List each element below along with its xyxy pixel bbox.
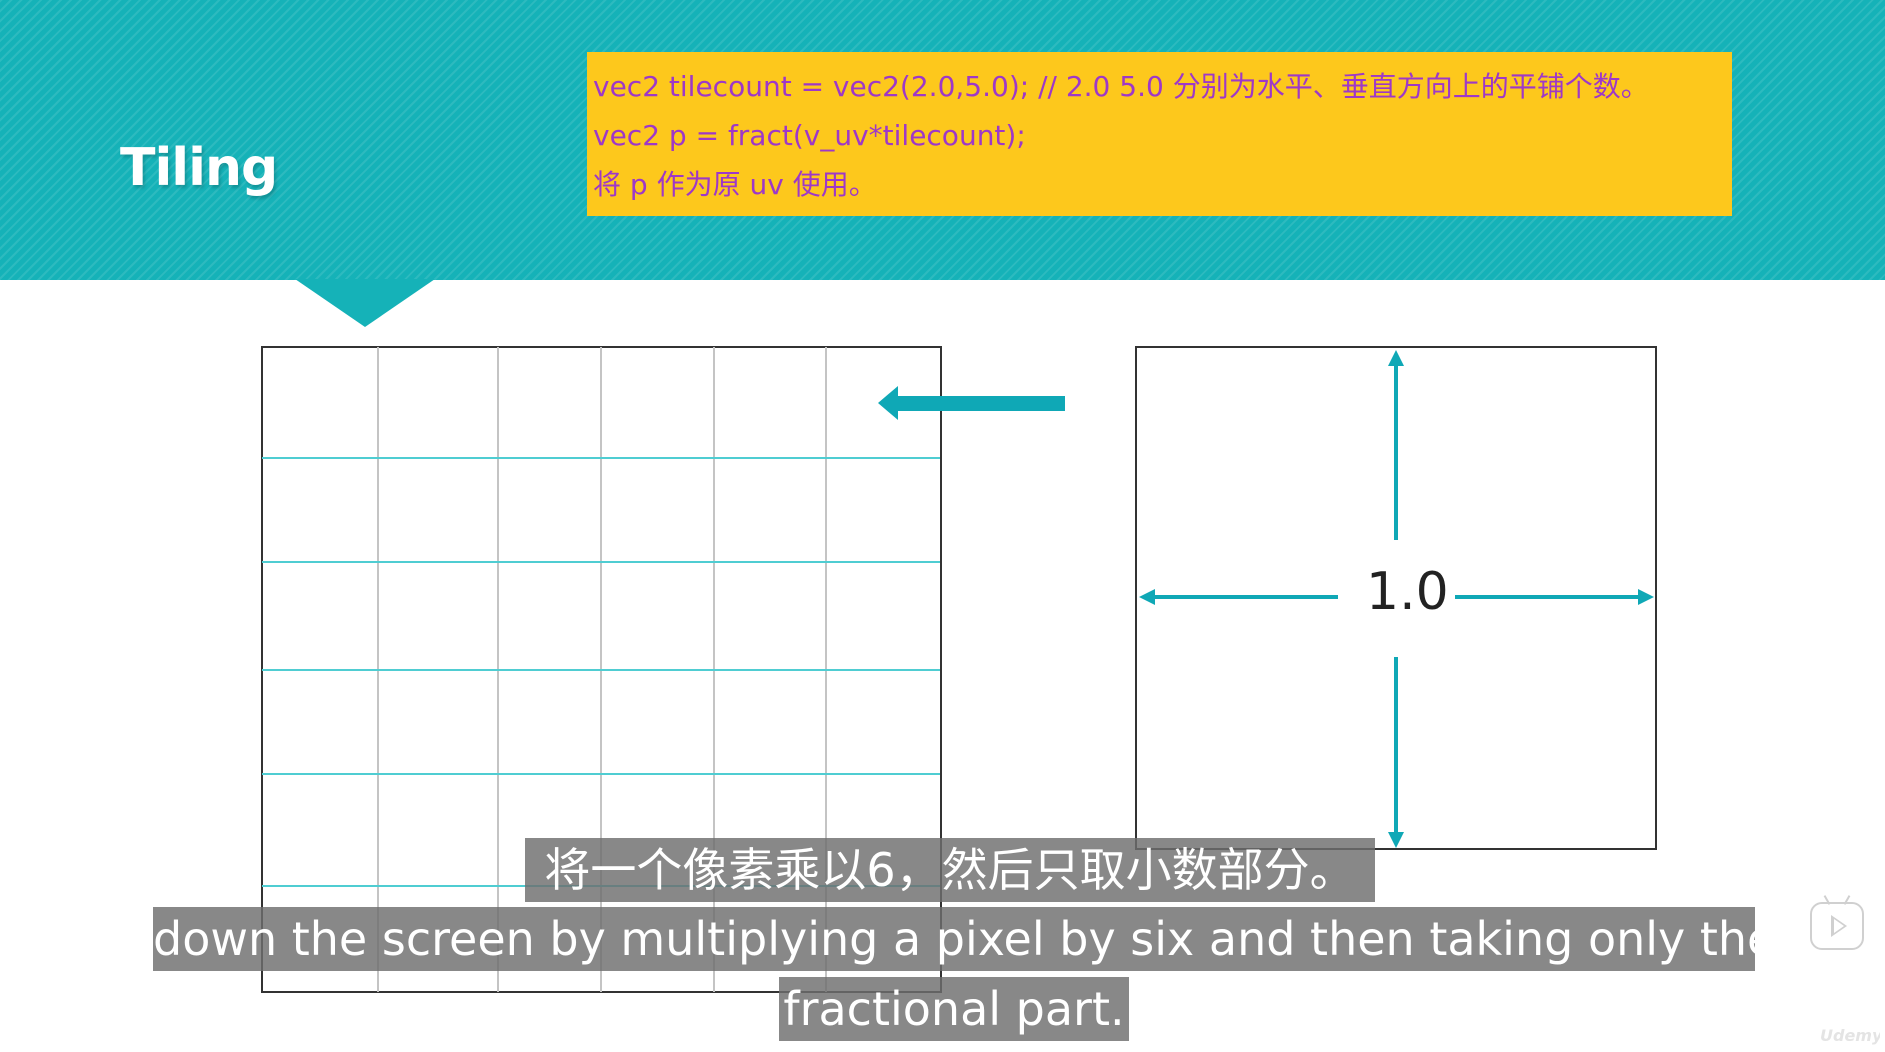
- arrow-shaft: [895, 396, 1065, 411]
- arrow-down-head: [1388, 832, 1404, 848]
- player-play-button[interactable]: [1810, 902, 1864, 950]
- arrow-left-head: [1139, 589, 1155, 605]
- subtitle-chinese: 将一个像素乘以6，然后只取小数部分。: [525, 838, 1375, 902]
- watermark-logo: Udemy: [1820, 1026, 1880, 1045]
- video-frame: Tiling vec2 tilecount = vec2(2.0,5.0); /…: [0, 0, 1885, 1052]
- arrow-head: [878, 386, 898, 420]
- left-arrow-icon: [878, 386, 1065, 420]
- arrow-right-head: [1638, 589, 1654, 605]
- subtitle-english-line1: down the screen by multiplying a pixel b…: [153, 907, 1775, 971]
- play-icon: [1831, 915, 1847, 937]
- unit-size-label: 1.0: [1366, 562, 1449, 622]
- arrow-up-head: [1388, 350, 1404, 366]
- subtitle-english-line2: fractional part.: [779, 977, 1129, 1041]
